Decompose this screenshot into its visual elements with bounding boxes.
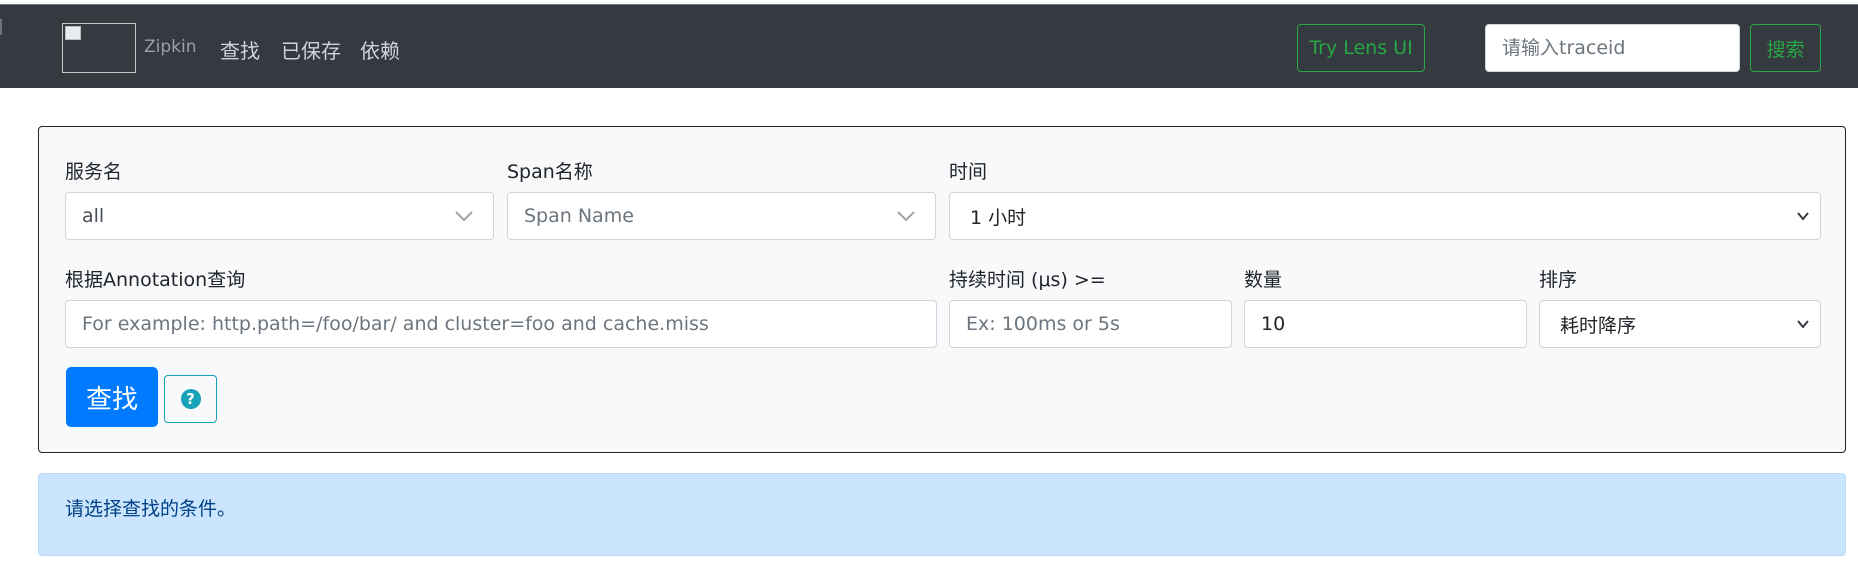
sort-order-select[interactable]: 耗时降序 [1539,300,1821,348]
nav-link-dependencies[interactable]: 依赖 [360,35,400,64]
annotation-query-label: 根据Annotation查询 [65,269,246,291]
duration-input[interactable]: Ex: 100ms or 5s [949,300,1232,348]
nav-link-find[interactable]: 查找 [220,35,260,64]
chevron-down-icon [1797,320,1809,329]
traceid-input[interactable] [1485,24,1740,72]
nav-link-saved[interactable]: 已保存 [281,35,341,64]
time-range-value: 1 小时 [970,206,1027,229]
chevron-down-icon [1797,212,1809,221]
service-name-select[interactable]: all [65,192,494,240]
span-name-select[interactable]: Span Name [507,192,936,240]
duration-placeholder: Ex: 100ms or 5s [966,313,1120,335]
broken-image-icon [65,26,81,40]
try-lens-ui-button[interactable]: Try Lens UI [1297,24,1425,72]
service-name-label: 服务名 [65,161,123,183]
help-button[interactable]: ? [164,375,217,423]
chevron-down-icon [455,211,473,222]
find-button[interactable]: 查找 [66,367,158,427]
navbar-edge-marker [0,19,2,35]
sort-order-value: 耗时降序 [1560,314,1637,337]
time-label: 时间 [949,161,988,183]
broken-logo-image[interactable] [62,23,136,73]
limit-input[interactable]: 10 [1244,300,1527,348]
limit-label: 数量 [1244,269,1283,291]
info-alert: 请选择查找的条件。 [38,473,1846,556]
chevron-down-icon [897,211,915,222]
annotation-query-placeholder: For example: http.path=/foo/bar/ and clu… [82,313,709,335]
question-circle-icon: ? [180,389,201,409]
top-navbar: Zipkin 查找 已保存 依赖 Try Lens UI 搜索 [0,4,1858,88]
time-range-select[interactable]: 1 小时 [949,192,1821,240]
span-name-label: Span名称 [507,161,593,183]
annotation-query-input[interactable]: For example: http.path=/foo/bar/ and clu… [65,300,937,348]
duration-label: 持续时间 (μs) >= [949,269,1106,291]
brand-name[interactable]: Zipkin [144,37,197,57]
limit-value: 10 [1261,313,1286,335]
traceid-search-button[interactable]: 搜索 [1750,24,1821,72]
alert-message: 请选择查找的条件。 [65,498,237,520]
search-form-panel: 服务名 Span名称 时间 all Span Name 1 小时 根据Annot… [38,126,1846,453]
span-name-placeholder: Span Name [524,205,634,227]
sort-label: 排序 [1539,269,1578,291]
service-name-value: all [82,205,105,227]
